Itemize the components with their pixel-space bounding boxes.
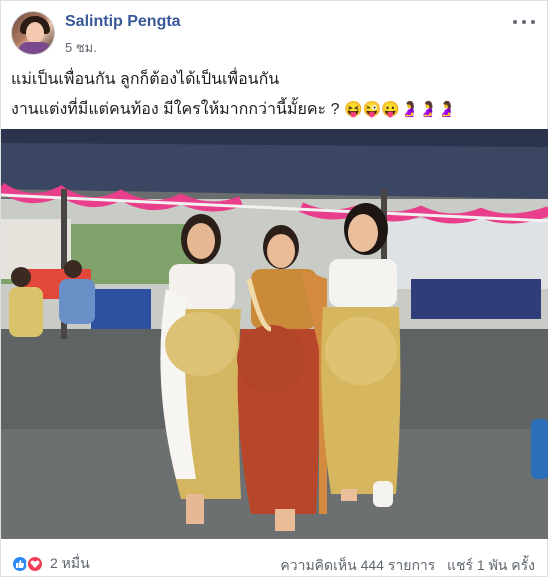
wedding-photo-illustration xyxy=(1,129,548,539)
post-text-line-2-text: งานแต่งที่มีแต่คนท้อง มีใครให้มากกว่านี้… xyxy=(11,101,340,118)
reaction-summary[interactable]: 2 หมื่น xyxy=(11,553,90,575)
reaction-count: 2 หมื่น xyxy=(50,555,90,571)
post-text: แม่เป็นเพื่อนกัน ลูกก็ต้องได้เป็นเพื่อนก… xyxy=(11,65,536,125)
post-text-line-2: งานแต่งที่มีแต่คนท้อง มีใครให้มากกว่านี้… xyxy=(11,95,536,125)
comments-count-link[interactable]: ความคิดเห็น 444 รายการ xyxy=(280,557,435,573)
shares-count-link[interactable]: แชร์ 1 พัน ครั้ง xyxy=(447,557,535,573)
love-icon xyxy=(26,555,44,573)
author-name[interactable]: Salintip Pengta xyxy=(65,13,181,31)
post-card: Salintip Pengta 5 ชม. แม่เป็นเพื่อนกัน ล… xyxy=(0,0,548,577)
post-header: Salintip Pengta 5 ชม. xyxy=(11,11,537,57)
post-photo[interactable] xyxy=(1,129,548,539)
post-timestamp[interactable]: 5 ชม. xyxy=(65,37,97,58)
post-footer: 2 หมื่น ความคิดเห็น 444 รายการ แชร์ 1 พั… xyxy=(11,549,537,575)
more-options-icon[interactable] xyxy=(513,15,535,29)
avatar-shirt xyxy=(18,42,52,54)
avatar[interactable] xyxy=(11,11,55,55)
avatar-face xyxy=(26,22,44,44)
emoji-sequence: 😝😜😛🤰🤰🤰 xyxy=(343,101,457,118)
engagement-stats: ความคิดเห็น 444 รายการ แชร์ 1 พัน ครั้ง xyxy=(280,555,535,577)
post-text-line-1: แม่เป็นเพื่อนกัน ลูกก็ต้องได้เป็นเพื่อนก… xyxy=(11,71,280,88)
